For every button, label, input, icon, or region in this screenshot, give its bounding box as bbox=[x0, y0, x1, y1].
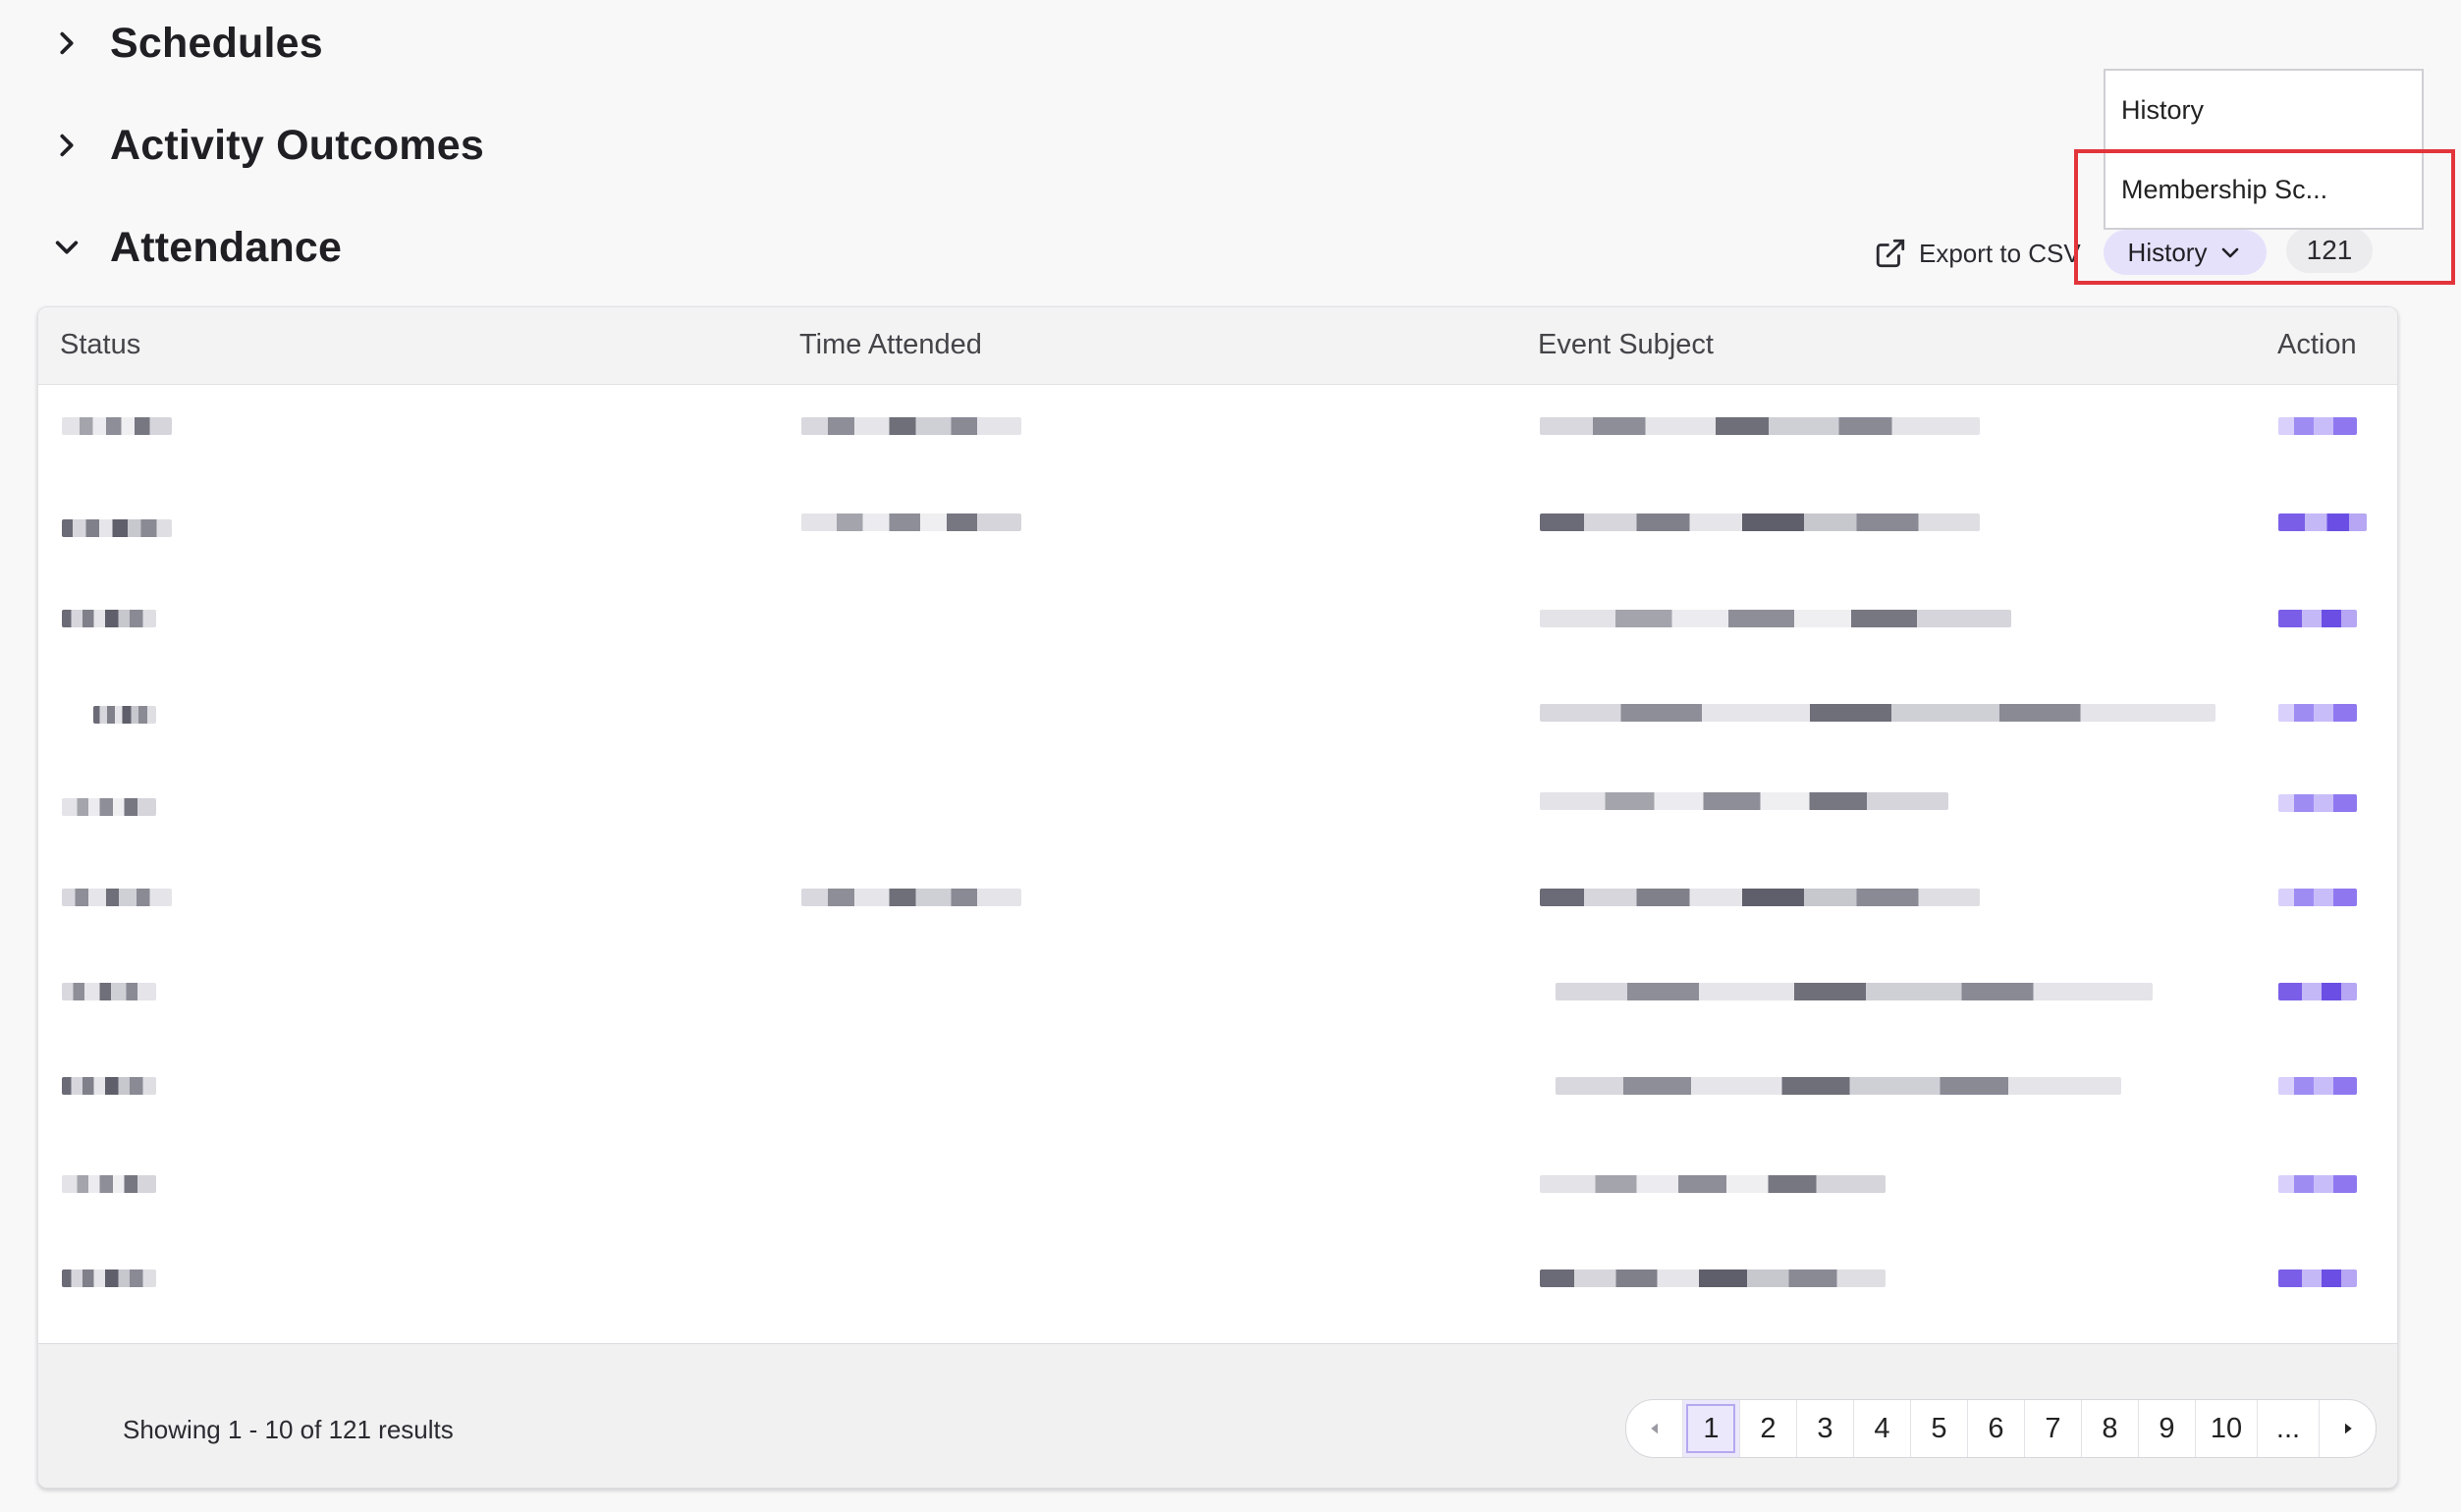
table-row bbox=[38, 385, 2397, 479]
redacted-status bbox=[62, 983, 156, 1000]
redacted-action-link[interactable] bbox=[2278, 1269, 2357, 1287]
redacted-subject bbox=[1556, 1077, 2121, 1095]
page-button-6[interactable]: 6 bbox=[1967, 1400, 2024, 1457]
redacted-status bbox=[62, 1269, 156, 1287]
page-button-2[interactable]: 2 bbox=[1739, 1400, 1796, 1457]
redacted-subject bbox=[1540, 792, 1948, 810]
section-activity-outcomes-header[interactable]: Activity Outcomes bbox=[37, 98, 2422, 192]
redacted-action-link[interactable] bbox=[2278, 1175, 2357, 1193]
redacted-status bbox=[62, 1175, 156, 1193]
results-summary: Showing 1 - 10 of 121 results bbox=[123, 1415, 454, 1444]
prev-page-button[interactable] bbox=[1626, 1400, 1682, 1457]
section-title: Activity Outcomes bbox=[110, 121, 484, 169]
caret-left-icon bbox=[1650, 1423, 1658, 1434]
export-csv-label: Export to CSV bbox=[1919, 238, 2081, 268]
pagination: 1 2 3 4 5 6 7 8 9 10 ... bbox=[1625, 1399, 2377, 1458]
page-button-5[interactable]: 5 bbox=[1910, 1400, 1967, 1457]
page-button-3[interactable]: 3 bbox=[1796, 1400, 1853, 1457]
table-header: Status Time Attended Event Subject Actio… bbox=[38, 307, 2397, 385]
redacted-subject bbox=[1540, 610, 2011, 627]
page-button-10[interactable]: 10 bbox=[2195, 1400, 2257, 1457]
redacted-status bbox=[62, 610, 156, 627]
column-header-action[interactable]: Action bbox=[2277, 329, 2357, 361]
redacted-action-link[interactable] bbox=[2278, 513, 2367, 531]
section-schedules-header[interactable]: Schedules bbox=[37, 0, 2422, 90]
redacted-status bbox=[62, 798, 156, 816]
redacted-status bbox=[62, 519, 172, 537]
redacted-subject bbox=[1540, 889, 1980, 906]
page-button-7[interactable]: 7 bbox=[2024, 1400, 2081, 1457]
chevron-right-icon bbox=[49, 26, 84, 61]
redacted-subject bbox=[1540, 704, 2215, 722]
redacted-time bbox=[801, 889, 1021, 906]
redacted-subject bbox=[1540, 513, 1980, 531]
redacted-subject bbox=[1540, 417, 1980, 435]
redacted-action-link[interactable] bbox=[2278, 889, 2357, 906]
export-csv-button[interactable]: Export to CSV bbox=[1874, 234, 2081, 273]
redacted-status bbox=[93, 706, 156, 724]
redacted-action-link[interactable] bbox=[2278, 610, 2357, 627]
attendance-table: Status Time Attended Event Subject Actio… bbox=[37, 306, 2398, 1488]
next-page-button[interactable] bbox=[2319, 1400, 2376, 1457]
redacted-status bbox=[62, 1077, 156, 1095]
redacted-action-link[interactable] bbox=[2278, 417, 2357, 435]
redacted-action-link[interactable] bbox=[2278, 794, 2357, 812]
external-link-icon bbox=[1876, 239, 1905, 268]
redacted-subject bbox=[1556, 983, 2153, 1000]
redacted-time bbox=[801, 513, 1021, 531]
redacted-status bbox=[62, 889, 172, 906]
redacted-action-link[interactable] bbox=[2278, 1077, 2357, 1095]
table-row bbox=[38, 668, 2397, 762]
section-title: Schedules bbox=[110, 19, 323, 67]
caret-right-icon bbox=[2344, 1423, 2352, 1434]
table-row bbox=[38, 573, 2397, 668]
dropdown-option-history[interactable]: History bbox=[2106, 71, 2422, 149]
page-ellipsis-button[interactable]: ... bbox=[2257, 1400, 2319, 1457]
table-row bbox=[38, 1045, 2397, 1139]
table-row bbox=[38, 479, 2397, 573]
table-body bbox=[38, 385, 2397, 1421]
page-button-4[interactable]: 4 bbox=[1853, 1400, 1910, 1457]
annotation-highlight-box bbox=[2074, 149, 2455, 285]
table-row bbox=[38, 1233, 2397, 1327]
column-header-status[interactable]: Status bbox=[60, 329, 140, 361]
section-title: Attendance bbox=[110, 223, 343, 271]
redacted-action-link[interactable] bbox=[2278, 983, 2357, 1000]
chevron-right-icon bbox=[49, 128, 84, 163]
chevron-down-icon bbox=[49, 230, 84, 265]
page-button-8[interactable]: 8 bbox=[2081, 1400, 2138, 1457]
column-header-event-subject[interactable]: Event Subject bbox=[1538, 329, 1714, 361]
table-row bbox=[38, 762, 2397, 856]
redacted-time bbox=[801, 417, 1021, 435]
redacted-action-link[interactable] bbox=[2278, 704, 2357, 722]
column-header-time-attended[interactable]: Time Attended bbox=[799, 329, 982, 361]
table-row bbox=[38, 1139, 2397, 1233]
redacted-subject bbox=[1540, 1269, 1886, 1287]
table-row bbox=[38, 856, 2397, 950]
page-button-9[interactable]: 9 bbox=[2138, 1400, 2195, 1457]
redacted-status bbox=[62, 417, 172, 435]
table-footer: Showing 1 - 10 of 121 results 1 2 3 4 5 … bbox=[38, 1343, 2397, 1487]
table-row bbox=[38, 950, 2397, 1045]
page-button-1[interactable]: 1 bbox=[1682, 1400, 1739, 1457]
redacted-subject bbox=[1540, 1175, 1886, 1193]
